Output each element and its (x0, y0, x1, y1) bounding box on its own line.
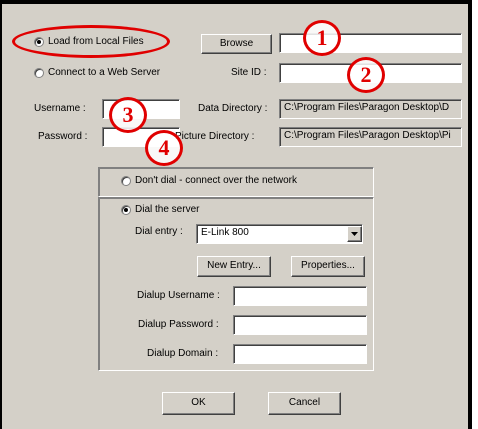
dialup-domain-label: Dialup Domain : (147, 348, 219, 359)
connect-web-radio[interactable] (34, 68, 44, 78)
callout-4: 4 (145, 130, 183, 166)
dial-entry-label: Dial entry : (135, 226, 183, 237)
dialup-password-label: Dialup Password : (138, 319, 219, 330)
ok-button[interactable]: OK (162, 392, 235, 415)
callout-3: 3 (109, 97, 147, 133)
site-id-label: Site ID : (231, 67, 267, 78)
dialup-domain-field[interactable] (233, 344, 367, 364)
data-directory-label: Data Directory : (198, 103, 268, 114)
picture-directory-label: Picture Directory : (175, 131, 255, 142)
dont-dial-radio[interactable] (121, 176, 131, 186)
properties-button[interactable]: Properties... (291, 256, 365, 277)
dial-entry-select[interactable]: E-Link 800 (196, 224, 363, 244)
cancel-button[interactable]: Cancel (268, 392, 341, 415)
username-label: Username : (34, 103, 86, 114)
dial-entry-value: E-Link 800 (201, 227, 249, 238)
dialog-window: Load from Local Files Connect to a Web S… (0, 0, 472, 429)
dialup-password-field[interactable] (233, 315, 367, 335)
picture-directory-field[interactable]: C:\Program Files\Paragon Desktop\Pi (279, 127, 462, 147)
browse-button[interactable]: Browse (201, 34, 272, 54)
password-label: Password : (38, 131, 88, 142)
dialup-username-label: Dialup Username : (137, 290, 220, 301)
dial-entry-dropdown-button[interactable] (347, 226, 362, 242)
highlight-ellipse (12, 25, 170, 58)
dial-server-label: Dial the server (135, 204, 200, 215)
callout-2: 2 (347, 57, 385, 93)
dialup-username-field[interactable] (233, 286, 367, 306)
data-directory-field[interactable]: C:\Program Files\Paragon Desktop\D (279, 99, 462, 119)
new-entry-button[interactable]: New Entry... (197, 256, 271, 277)
chevron-down-icon (351, 232, 358, 236)
dont-dial-label: Don't dial - connect over the network (135, 175, 297, 186)
connect-web-label: Connect to a Web Server (48, 67, 161, 78)
dial-server-radio[interactable] (121, 205, 131, 215)
callout-1: 1 (303, 20, 341, 56)
